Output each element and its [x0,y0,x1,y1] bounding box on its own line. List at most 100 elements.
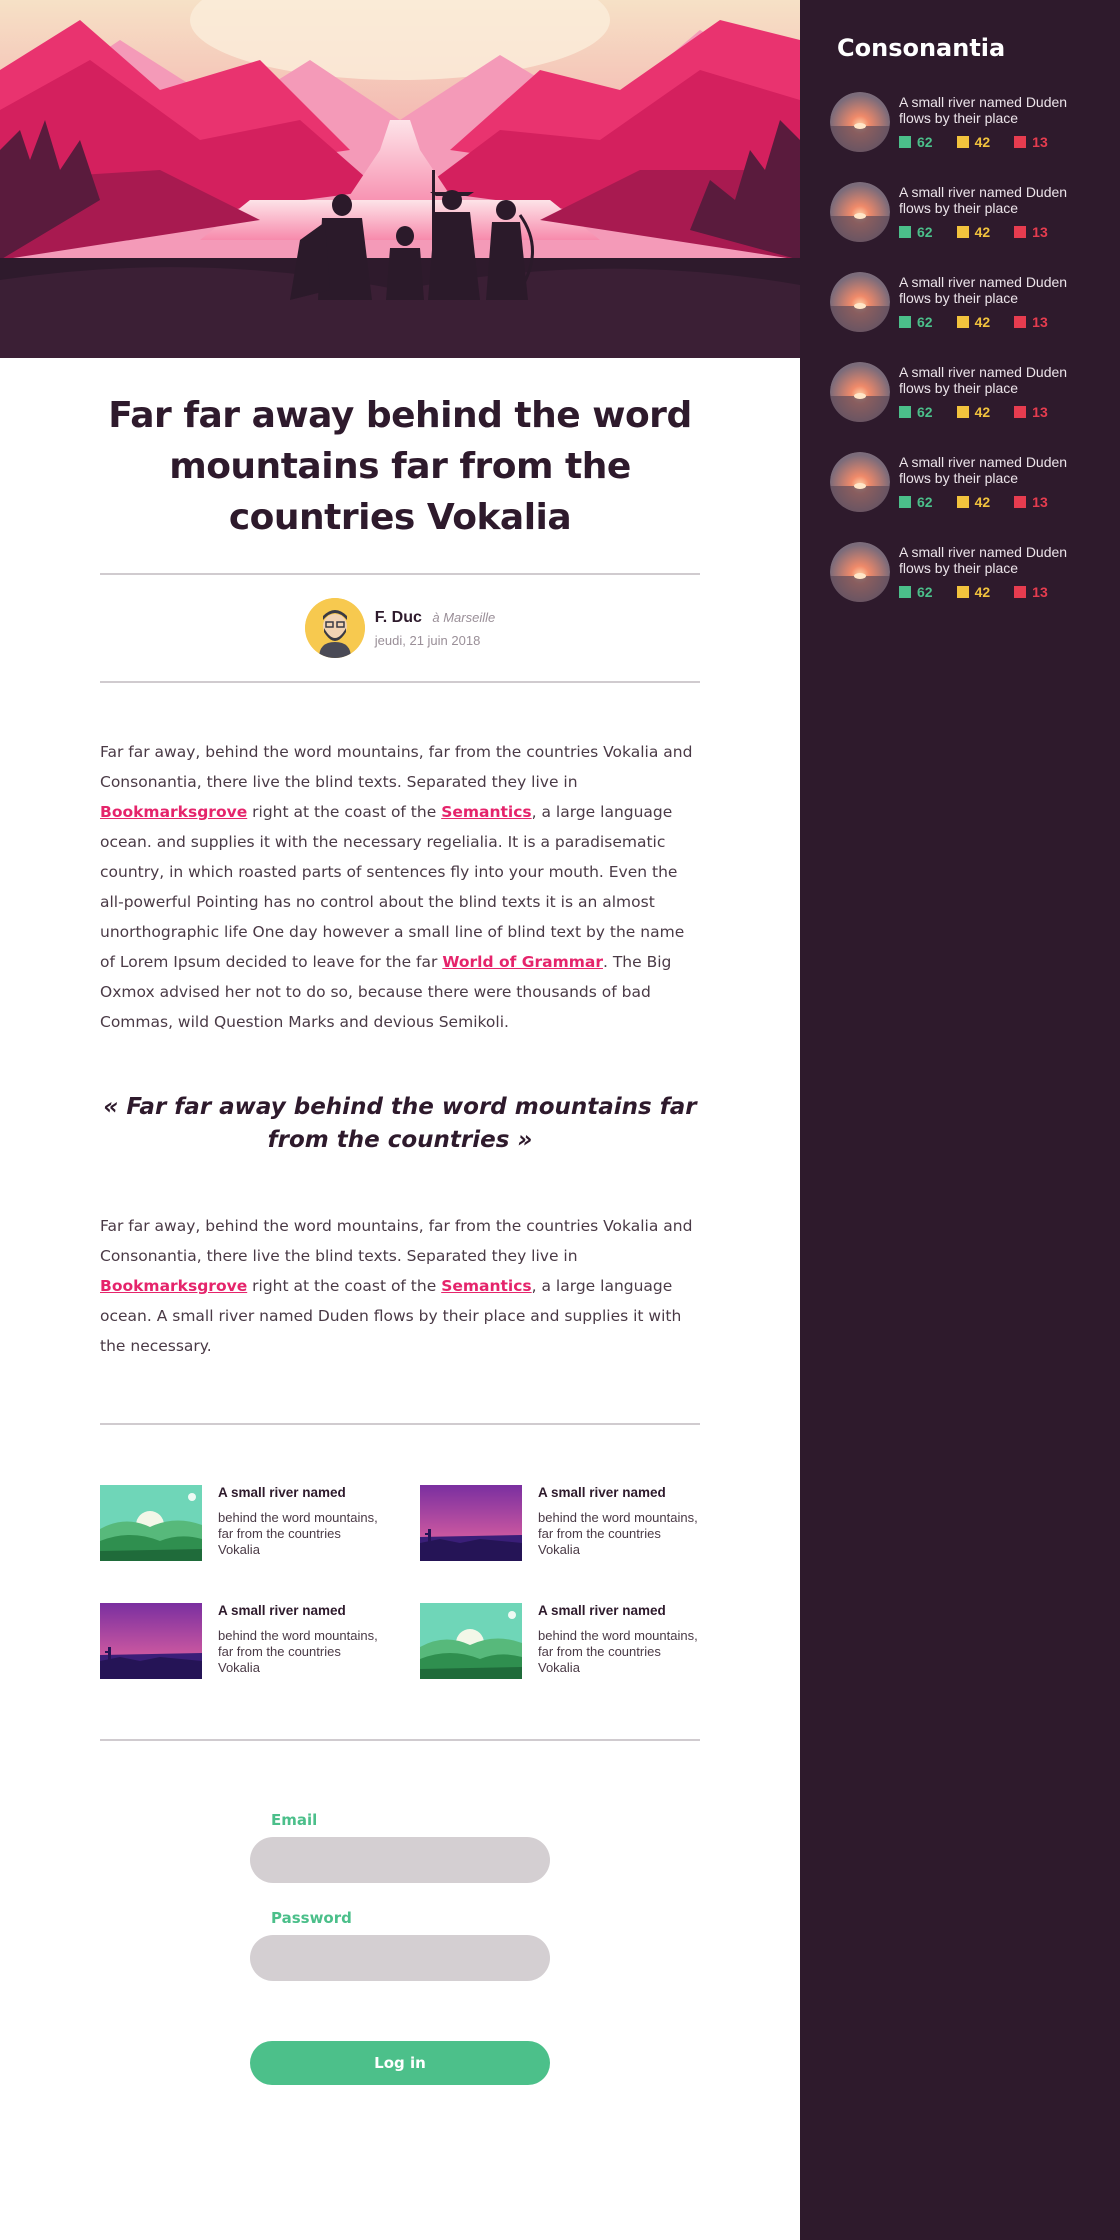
stat-value: 62 [917,494,933,510]
stat-value: 13 [1032,404,1048,420]
card-text: behind the word mountains, far from the … [538,1510,698,1557]
related-post-card[interactable]: A small river named behind the word moun… [100,1485,390,1561]
stat-red: 13 [1014,584,1048,600]
author-place: à Marseille [432,609,496,625]
sidebar: Consonantia A small river named Duden fl… [800,0,1120,2240]
link-bookmarksgrove[interactable]: Bookmarksgrove [100,1277,247,1295]
sidebar-title: Consonantia [837,34,1006,62]
green-square-icon [899,406,911,418]
stat-green: 62 [899,404,933,420]
text-span: Far far away, behind the word mountains,… [100,1217,693,1265]
author-name[interactable]: F. Duc [375,609,422,626]
stat-value: 13 [1032,494,1048,510]
sunset-thumbnail-icon[interactable] [830,92,890,152]
article-title: Far far away behind the word mountains f… [108,395,692,538]
stat-yellow: 42 [956,224,991,240]
stat-value: 42 [974,224,991,240]
purple-desert-thumbnail[interactable] [100,1603,202,1679]
sidebar-item-stats: 62 42 13 [899,404,1072,420]
stat-green: 62 [899,494,933,510]
link-world-of-grammar[interactable]: World of Grammar [442,953,603,971]
article-paragraph: Far far away, behind the word mountains,… [100,737,700,1037]
email-field[interactable] [250,1837,550,1883]
author-block: F. Duc à Marseille jeudi, 21 juin 2018 [100,575,700,681]
stat-value: 13 [1032,584,1048,600]
login-form: Email Password Log in [250,1811,550,2085]
green-hills-thumbnail[interactable] [420,1603,522,1679]
card-title: A small river named [538,1603,666,1618]
divider [100,1423,700,1425]
red-square-icon [1014,406,1027,418]
purple-desert-thumbnail[interactable] [420,1485,522,1561]
sidebar-item[interactable]: A small river named Duden flows by their… [830,362,1100,424]
sidebar-item[interactable]: A small river named Duden flows by their… [830,182,1100,244]
yellow-square-icon [956,136,969,148]
article: Far far away behind the word mountains f… [100,358,700,2085]
sunset-thumbnail-icon[interactable] [830,362,890,422]
stat-value: 62 [917,584,933,600]
pull-quote: « Far far away behind the word mountains… [103,1094,697,1153]
sidebar-item-stats: 62 42 13 [899,224,1072,240]
author-meta: F. Duc à Marseille jeudi, 21 juin 2018 [375,609,495,648]
red-square-icon [1014,586,1027,598]
sidebar-item[interactable]: A small river named Duden flows by their… [830,542,1100,604]
yellow-square-icon [956,226,969,238]
green-hills-thumbnail[interactable] [100,1485,202,1561]
publish-date: jeudi, 21 juin 2018 [374,632,481,648]
link-semantics[interactable]: Semantics [441,1277,531,1295]
green-square-icon [899,496,911,508]
sidebar-item-text[interactable]: A small river named Duden flows by their… [899,94,1099,126]
stat-value: 62 [917,134,933,150]
related-post-card[interactable]: A small river named behind the word moun… [420,1485,710,1561]
stat-yellow: 42 [956,494,990,510]
stat-value: 42 [974,314,991,330]
sidebar-item-text[interactable]: A small river named Duden flows by their… [899,454,1099,486]
green-square-icon [899,226,911,238]
login-button[interactable]: Log in [250,2041,550,2085]
stat-yellow: 42 [956,314,991,330]
sidebar-item[interactable]: A small river named Duden flows by their… [830,92,1100,154]
article-paragraph: Far far away, behind the word mountains,… [100,1211,700,1361]
divider [100,1739,700,1741]
sidebar-item-text[interactable]: A small river named Duden flows by their… [899,274,1099,306]
yellow-square-icon [956,406,969,418]
red-square-icon [1014,496,1027,508]
sidebar-item[interactable]: A small river named Duden flows by their… [830,272,1100,334]
red-square-icon [1014,316,1027,328]
sunset-thumbnail-icon[interactable] [830,182,890,242]
text-span: , a large language ocean. and supplies i… [100,803,685,971]
sidebar-item-stats: 62 42 13 [899,494,1072,510]
stat-red: 13 [1014,494,1048,510]
link-semantics[interactable]: Semantics [441,803,531,821]
sidebar-item-text[interactable]: A small river named Duden flows by their… [899,184,1099,216]
stat-value: 62 [917,314,933,330]
stat-yellow: 42 [956,134,990,150]
sunset-thumbnail-icon[interactable] [830,542,890,602]
green-square-icon [899,316,911,328]
bearded-man-avatar-icon [304,598,365,658]
sidebar-item[interactable]: A small river named Duden flows by their… [830,452,1100,514]
related-post-card[interactable]: A small river named behind the word moun… [420,1603,710,1679]
stat-value: 13 [1032,134,1048,150]
stat-red: 13 [1014,404,1048,420]
stat-green: 62 [899,584,933,600]
link-bookmarksgrove[interactable]: Bookmarksgrove [100,803,247,821]
sidebar-item-text[interactable]: A small river named Duden flows by their… [899,364,1099,396]
sidebar-item-text[interactable]: A small river named Duden flows by their… [899,544,1099,576]
related-post-card[interactable]: A small river named behind the word moun… [100,1603,390,1679]
stat-yellow: 42 [956,404,990,420]
sunset-thumbnail-icon[interactable] [830,272,890,332]
sunset-thumbnail-icon[interactable] [830,452,890,512]
yellow-square-icon [956,496,969,508]
card-title: A small river named [218,1485,346,1500]
card-text: behind the word mountains, far from the … [218,1628,378,1675]
red-square-icon [1014,226,1027,238]
password-field[interactable] [250,1935,550,1981]
green-square-icon [899,136,911,148]
stat-value: 13 [1032,224,1048,240]
stat-value: 13 [1032,314,1048,330]
yellow-square-icon [956,586,969,598]
card-title: A small river named [538,1485,666,1500]
stat-yellow: 42 [956,584,991,600]
stat-value: 42 [974,584,991,600]
